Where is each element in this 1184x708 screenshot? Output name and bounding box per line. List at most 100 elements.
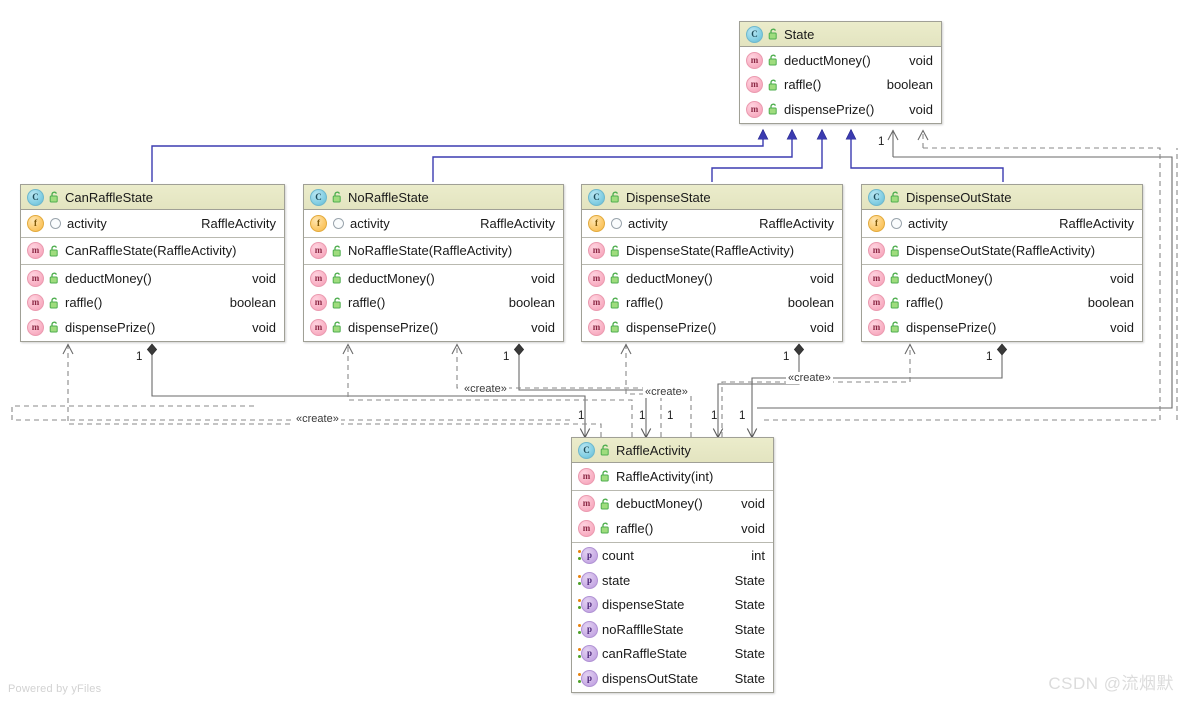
member-row[interactable]: p dispensOutState State [572, 666, 773, 691]
member-row[interactable]: m raffle() boolean [582, 291, 842, 316]
public-lock-icon [610, 321, 621, 333]
class-node-can-raffle-state[interactable]: C CanRaffleState f activity RaffleActivi… [20, 184, 285, 342]
method-icon: m [588, 318, 605, 336]
class-icon: C [588, 188, 605, 206]
member-row[interactable]: m dispensePrize() void [21, 315, 284, 340]
member-row[interactable]: m deductMoney() void [21, 266, 284, 291]
member-name: raffle() [65, 295, 103, 311]
member-name: deductMoney() [65, 270, 152, 286]
member-row[interactable]: m CanRaffleState(RaffleActivity) [21, 239, 284, 264]
class-name-no-raffle-state: NoRaffleState [348, 189, 429, 205]
member-type: void [741, 496, 765, 512]
edge-multiplicity: 1 [878, 136, 885, 148]
class-header-no-raffle-state: C NoRaffleState [304, 185, 563, 210]
member-name: noRafflleState [602, 621, 684, 637]
class-header-dispense-out-state: C DispenseOutState [862, 185, 1142, 210]
public-lock-icon [890, 245, 901, 257]
package-dot-icon [891, 217, 902, 229]
class-icon: C [746, 25, 763, 43]
public-lock-icon [890, 321, 901, 333]
member-row[interactable]: m DispenseOutState(RaffleActivity) [862, 239, 1142, 264]
member-name: NoRaffleState(RaffleActivity) [348, 243, 513, 259]
class-node-raffle-activity[interactable]: C RaffleActivity m RaffleActivity(int) m… [571, 437, 774, 693]
member-name: RaffleActivity(int) [616, 468, 714, 484]
member-row[interactable]: m NoRaffleState(RaffleActivity) [304, 239, 563, 264]
edge-multiplicity: 1 [739, 410, 746, 422]
member-row[interactable]: m raffle() boolean [21, 291, 284, 316]
member-row[interactable]: m DispenseState(RaffleActivity) [582, 239, 842, 264]
public-lock-icon [610, 272, 621, 284]
public-lock-icon [600, 470, 611, 482]
method-icon: m [868, 269, 885, 287]
member-row[interactable]: m raffle() boolean [304, 291, 563, 316]
compartment-fields: f activity RaffleActivity [862, 210, 1142, 238]
member-row[interactable]: p state State [572, 568, 773, 593]
member-type: void [810, 270, 834, 286]
class-header-raffle-activity: C RaffleActivity [572, 438, 773, 463]
class-node-dispense-out-state[interactable]: C DispenseOutState f activity RaffleActi… [861, 184, 1143, 342]
member-type: RaffleActivity [759, 215, 834, 231]
method-icon: m [310, 294, 327, 312]
package-dot-icon [50, 217, 61, 229]
method-icon: m [578, 467, 595, 485]
property-icon: p [578, 596, 598, 614]
member-row[interactable]: f activity RaffleActivity [21, 211, 284, 236]
member-row[interactable]: m RaffleActivity(int) [572, 464, 773, 489]
method-icon: m [27, 294, 44, 312]
member-name: dispensOutState [602, 670, 699, 686]
member-name: raffle() [616, 520, 654, 536]
member-name: dispensePrize() [784, 101, 875, 117]
field-icon: f [588, 214, 605, 232]
member-row[interactable]: m raffle() boolean [740, 73, 941, 98]
public-lock-icon [768, 28, 779, 40]
public-lock-icon [890, 297, 901, 309]
member-type: void [1110, 319, 1134, 335]
member-row[interactable]: p canRaffleState State [572, 642, 773, 667]
package-dot-icon [333, 217, 344, 229]
edge-stereotype-create: «create» [462, 383, 509, 395]
compartment-properties: p count int p state State p dispenseStat… [572, 543, 773, 692]
method-icon: m [746, 51, 763, 69]
class-icon: C [578, 441, 595, 459]
member-row[interactable]: p dispenseState State [572, 593, 773, 618]
class-name-raffle-activity: RaffleActivity [616, 442, 691, 458]
member-row[interactable]: m dispensePrize() void [740, 97, 941, 122]
class-node-dispense-state[interactable]: C DispenseState f activity RaffleActivit… [581, 184, 843, 342]
class-node-no-raffle-state[interactable]: C NoRaffleState f activity RaffleActivit… [303, 184, 564, 342]
member-type: void [252, 270, 276, 286]
method-icon: m [27, 269, 44, 287]
member-row[interactable]: p count int [572, 544, 773, 569]
compartment-fields: f activity RaffleActivity [304, 210, 563, 238]
member-name: activity [350, 215, 390, 231]
member-row[interactable]: m dispensePrize() void [582, 315, 842, 340]
member-row[interactable]: m deductMoney() void [862, 266, 1142, 291]
member-row[interactable]: m raffle() boolean [862, 291, 1142, 316]
public-lock-icon [600, 444, 611, 456]
class-name-dispense-state: DispenseState [626, 189, 711, 205]
member-type: State [734, 621, 765, 637]
package-dot-icon [611, 217, 622, 229]
member-type: RaffleActivity [480, 215, 555, 231]
public-lock-icon [332, 321, 343, 333]
member-row[interactable]: m deductMoney() void [582, 266, 842, 291]
member-type: boolean [787, 295, 834, 311]
member-row[interactable]: m debuctMoney() void [572, 492, 773, 517]
member-row[interactable]: m deductMoney() void [304, 266, 563, 291]
class-node-state[interactable]: C State m deductMoney() void m raffle() … [739, 21, 942, 124]
member-row[interactable]: p noRafflleState State [572, 617, 773, 642]
member-row[interactable]: m dispensePrize() void [862, 315, 1142, 340]
member-row[interactable]: f activity RaffleActivity [582, 211, 842, 236]
member-row[interactable]: f activity RaffleActivity [304, 211, 563, 236]
member-name: raffle() [906, 295, 944, 311]
public-lock-icon [768, 54, 779, 66]
member-type: void [909, 52, 933, 68]
member-name: deductMoney() [906, 270, 993, 286]
member-row[interactable]: m deductMoney() void [740, 48, 941, 73]
edge-multiplicity: 1 [503, 351, 510, 363]
member-name: activity [67, 215, 107, 231]
member-row[interactable]: m dispensePrize() void [304, 315, 563, 340]
method-icon: m [588, 269, 605, 287]
member-row[interactable]: f activity RaffleActivity [862, 211, 1142, 236]
method-icon: m [746, 76, 763, 94]
member-row[interactable]: m raffle() void [572, 516, 773, 541]
